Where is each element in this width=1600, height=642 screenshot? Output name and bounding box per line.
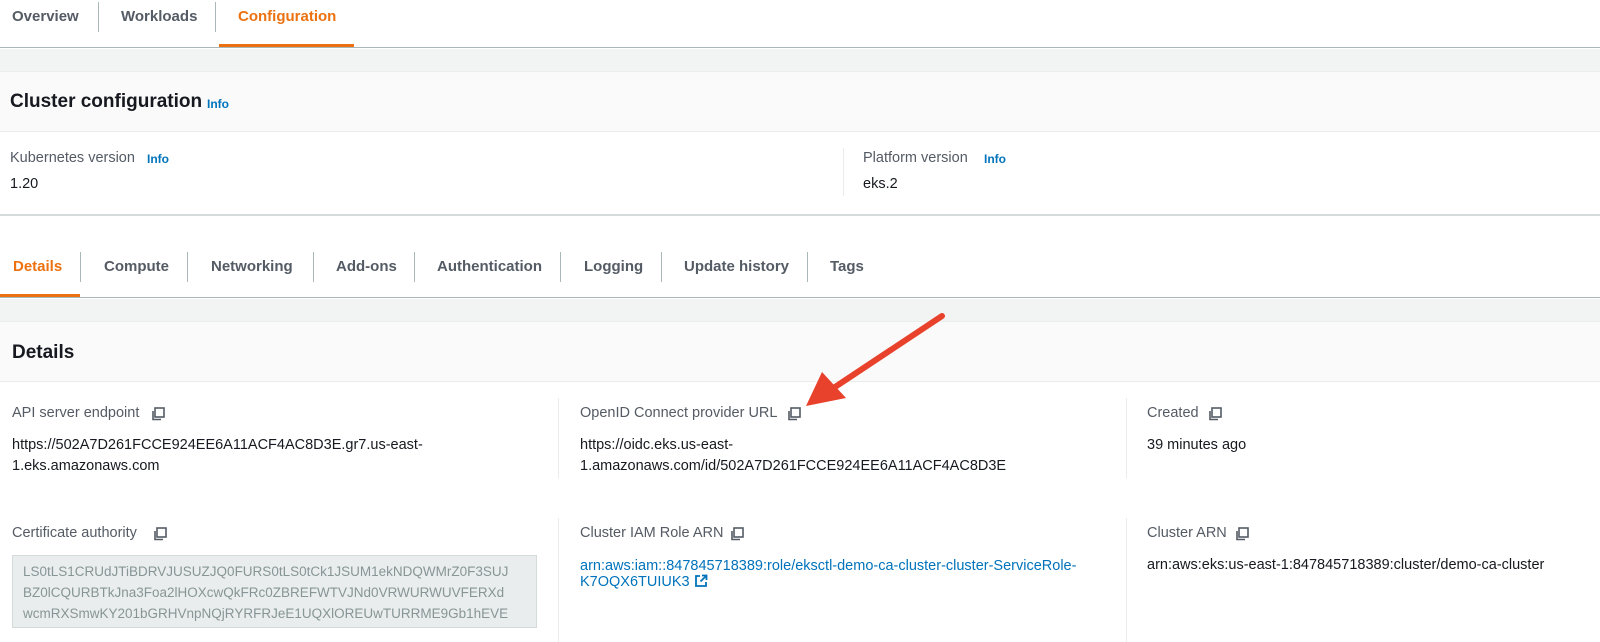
tab-update-history[interactable]: Update history [684, 250, 789, 284]
kubernetes-version-info-link[interactable]: Info [147, 152, 169, 166]
tab-separator [187, 252, 188, 282]
panel-title: Cluster configuration [10, 91, 203, 112]
platform-version-info-link[interactable]: Info [984, 152, 1006, 166]
copy-icon[interactable] [787, 407, 801, 421]
copy-icon[interactable] [1208, 407, 1222, 421]
certificate-authority-line: BZ0lCQURBTkJna3Foa2lHOXcwQkFRc0ZBREFWTVJ… [23, 585, 505, 600]
column-divider [1126, 518, 1127, 642]
certificate-authority-line: wcmRXSmwKY201bGRHVnpNQjRYRFRJeE1UQXlOREU… [23, 606, 509, 621]
copy-icon[interactable] [730, 527, 744, 541]
active-tab-indicator [0, 294, 80, 297]
certificate-authority-line: LS0tLS1CRUdJTiBDRVJUSUZJQ0FURS0tLS0tCk1J… [23, 564, 509, 579]
api-server-endpoint-value-line1: https://502A7D261FCCE924EE6A11ACF4AC8D3E… [12, 437, 423, 453]
column-divider [558, 398, 559, 478]
cluster-iam-role-arn-link[interactable]: arn:aws:iam::847845718389:role/eksctl-de… [580, 558, 1120, 590]
panel-header: Cluster configuration Info [0, 71, 1600, 132]
tab-compute[interactable]: Compute [104, 250, 169, 284]
tab-separator [560, 252, 561, 282]
tab-separator [414, 252, 415, 282]
tab-logging[interactable]: Logging [584, 250, 643, 284]
cluster-iam-role-arn-value-line2-text[interactable]: K7OQX6TUIUK3 [580, 574, 690, 590]
tab-separator [313, 252, 314, 282]
active-tab-indicator [219, 44, 354, 47]
created-value: 39 minutes ago [1147, 437, 1247, 453]
top-tab-bar: Overview Workloads Configuration [0, 0, 1600, 48]
tab-separator [807, 252, 808, 282]
kubernetes-version-label: Kubernetes version [10, 150, 135, 166]
tab-separator [80, 252, 81, 282]
openid-connect-provider-url-value-line1: https://oidc.eks.us-east- [580, 437, 734, 453]
platform-version-label: Platform version [863, 150, 968, 166]
spacer-band [0, 299, 1600, 321]
copy-icon[interactable] [1235, 527, 1249, 541]
column-divider [558, 518, 559, 642]
cluster-configuration-panel: Cluster configuration Info Kubernetes ve… [0, 71, 1600, 216]
openid-connect-provider-url-label: OpenID Connect provider URL [580, 405, 778, 421]
info-link[interactable]: Info [207, 97, 229, 111]
cluster-iam-role-arn-label: Cluster IAM Role ARN [580, 525, 724, 541]
tab-workloads[interactable]: Workloads [121, 0, 197, 47]
tab-details[interactable]: Details [13, 250, 62, 284]
cluster-iam-role-arn-value-line1[interactable]: arn:aws:iam::847845718389:role/eksctl-de… [580, 558, 1120, 574]
details-tab-bar: Details Compute Networking Add-ons Authe… [0, 216, 1600, 298]
api-server-endpoint-label: API server endpoint [12, 405, 140, 421]
kubernetes-version-value: 1.20 [10, 176, 39, 192]
certificate-authority-label: Certificate authority [12, 525, 137, 541]
tab-add-ons[interactable]: Add-ons [336, 250, 397, 284]
tab-tags[interactable]: Tags [830, 250, 864, 284]
api-server-endpoint-value-line2: 1.eks.amazonaws.com [12, 458, 160, 474]
tab-authentication[interactable]: Authentication [437, 250, 542, 284]
details-panel: Details API server endpoint https://502A… [0, 321, 1600, 642]
tab-separator [215, 2, 216, 32]
spacer-band [0, 49, 1600, 71]
openid-connect-provider-url-value-line2: 1.amazonaws.com/id/502A7D261FCCE924EE6A1… [580, 458, 1007, 474]
tab-networking[interactable]: Networking [211, 250, 293, 284]
copy-icon[interactable] [151, 407, 165, 421]
tab-configuration[interactable]: Configuration [238, 0, 336, 47]
column-divider [843, 148, 844, 196]
panel-header: Details [0, 321, 1600, 382]
platform-version-value: eks.2 [863, 176, 898, 192]
copy-icon[interactable] [153, 527, 167, 541]
cluster-arn-label: Cluster ARN [1147, 525, 1227, 541]
created-label: Created [1147, 405, 1199, 421]
cluster-arn-value: arn:aws:eks:us-east-1:847845718389:clust… [1147, 557, 1545, 573]
cluster-iam-role-arn-value-line2[interactable]: K7OQX6TUIUK3 [580, 574, 1120, 590]
panel-title: Details [12, 342, 75, 363]
tab-separator [98, 2, 99, 32]
column-divider [1126, 398, 1127, 478]
certificate-authority-box: LS0tLS1CRUdJTiBDRVJUSUZJQ0FURS0tLS0tCk1J… [12, 555, 537, 628]
external-link-icon[interactable] [694, 574, 708, 588]
tab-separator [661, 252, 662, 282]
tab-overview[interactable]: Overview [12, 0, 79, 47]
